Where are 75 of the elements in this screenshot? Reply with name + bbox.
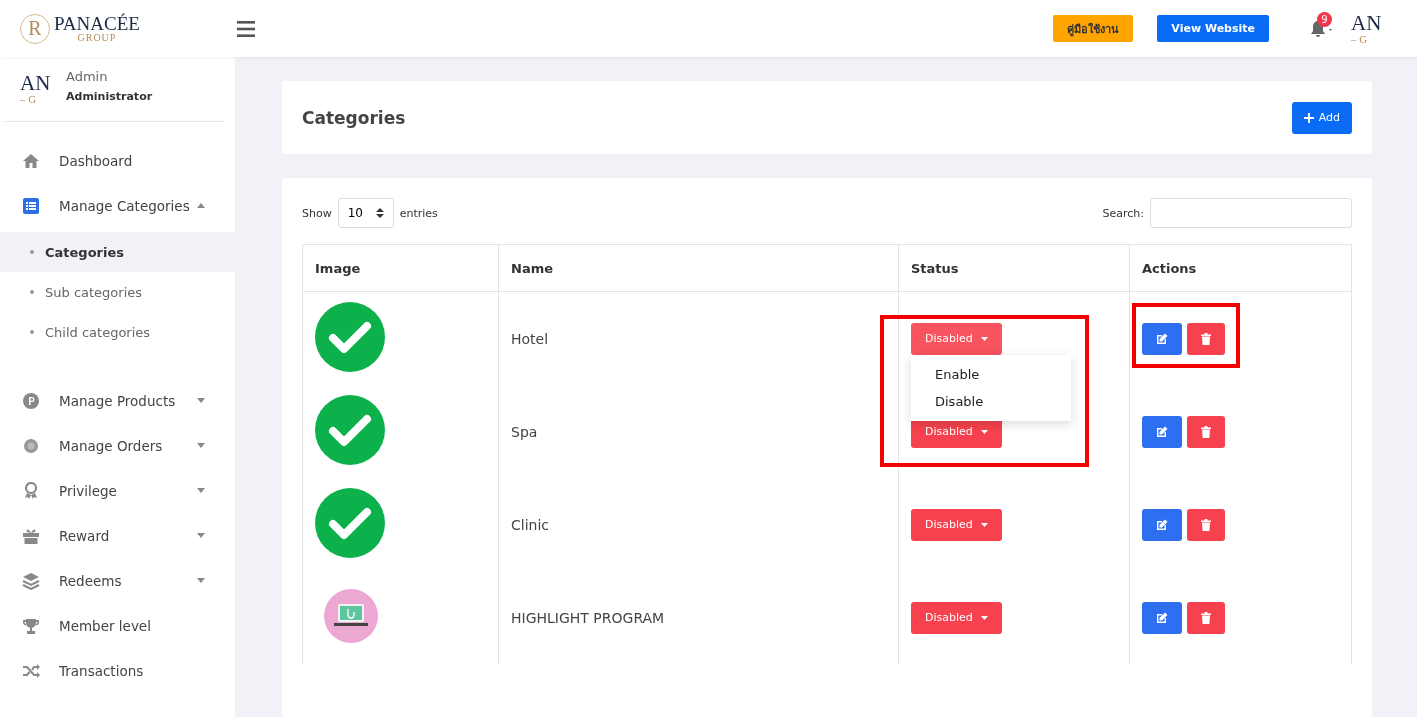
menu-item[interactable]: Enable	[911, 360, 1071, 388]
plus-icon	[1303, 112, 1314, 123]
column-header[interactable]: Status	[898, 244, 1130, 292]
user-avatar: AN – G	[20, 73, 52, 105]
table-cell: HIGHLIGHT PROGRAM	[498, 571, 899, 664]
check-circle-icon	[315, 394, 385, 465]
check-circle-icon	[315, 487, 385, 558]
caret-icon	[980, 336, 988, 341]
laptop-icon	[324, 588, 378, 643]
bullet-icon	[30, 290, 34, 294]
delete-button[interactable]	[1187, 415, 1225, 448]
sidebar-item[interactable]: Manage Products	[0, 378, 235, 423]
edit-icon	[1156, 611, 1168, 624]
delete-button[interactable]	[1187, 508, 1225, 541]
table-cell: Clinic	[498, 478, 899, 571]
check-circle-icon	[315, 301, 385, 372]
status-dropdown[interactable]: Disabled	[911, 601, 1002, 634]
ribbon-icon	[22, 481, 40, 500]
notification-badge: 9	[1317, 11, 1332, 27]
add-button[interactable]: Add	[1291, 101, 1352, 134]
shuffle-icon	[22, 661, 40, 680]
caret-icon	[980, 429, 988, 434]
edit-button[interactable]	[1142, 322, 1182, 355]
submenu-item[interactable]: Child categories	[0, 312, 235, 352]
menu-item[interactable]: Disable	[911, 387, 1071, 415]
table-cell: Hotel	[498, 291, 899, 385]
bullet-icon	[30, 330, 34, 334]
column-header[interactable]: Image	[302, 244, 499, 292]
table-cell: Spa	[498, 385, 899, 478]
page-size-select[interactable]: 10	[337, 198, 394, 228]
trash-icon	[1201, 425, 1211, 438]
sidebar-item[interactable]: Manage Orders	[0, 423, 235, 468]
sidebar-item[interactable]: Manage Categories	[0, 183, 235, 228]
manual-button[interactable]: คู่มือใช้งาน	[1053, 15, 1134, 42]
page-title: Categories	[302, 107, 406, 128]
sidebar-item[interactable]: Dashboard	[0, 138, 235, 183]
delete-button[interactable]	[1187, 601, 1225, 634]
house-icon	[22, 151, 40, 170]
caret-icon	[980, 615, 988, 620]
submenu-item[interactable]: Sub categories	[0, 272, 235, 312]
view-website-button[interactable]: View Website	[1157, 15, 1269, 42]
entries-label: entries	[399, 206, 438, 220]
p-circle-icon	[22, 391, 40, 410]
submenu-item[interactable]: Categories	[0, 232, 235, 272]
edit-button[interactable]	[1142, 601, 1182, 634]
sidebar-item[interactable]: Privilege	[0, 468, 235, 513]
sidebar-item[interactable]: Member level	[0, 603, 235, 648]
trophy-icon	[22, 616, 40, 635]
column-header[interactable]: Actions	[1129, 244, 1352, 292]
edit-button[interactable]	[1142, 415, 1182, 448]
caret-icon	[980, 522, 988, 527]
edit-button[interactable]	[1142, 508, 1182, 541]
bullet-icon	[30, 250, 34, 254]
avatar-logo[interactable]: AN – G	[1351, 12, 1387, 45]
edit-icon	[1156, 332, 1168, 345]
trash-icon	[1201, 518, 1211, 531]
trash-icon	[1201, 332, 1211, 345]
status-dropdown[interactable]: Disabled	[911, 508, 1002, 541]
user-role: Administrator	[66, 90, 153, 103]
search-label: Search:	[1102, 206, 1144, 220]
show-label: Show	[302, 206, 332, 220]
sidebar-item[interactable]: Reward	[0, 513, 235, 558]
trash-icon	[1201, 611, 1211, 624]
user-name: Admin	[66, 69, 109, 84]
sidebar-item[interactable]: Transactions	[0, 648, 235, 693]
column-header[interactable]: Name	[498, 244, 899, 292]
layers-icon	[22, 571, 40, 590]
edit-icon	[1156, 518, 1168, 531]
sidebar-item[interactable]: Redeems	[0, 558, 235, 603]
delete-button[interactable]	[1187, 322, 1225, 355]
list-icon	[22, 196, 40, 215]
menu-icon[interactable]	[237, 20, 255, 37]
search-field[interactable]	[1150, 198, 1352, 228]
sort-caret-icon	[375, 208, 384, 218]
edit-icon	[1156, 425, 1168, 438]
